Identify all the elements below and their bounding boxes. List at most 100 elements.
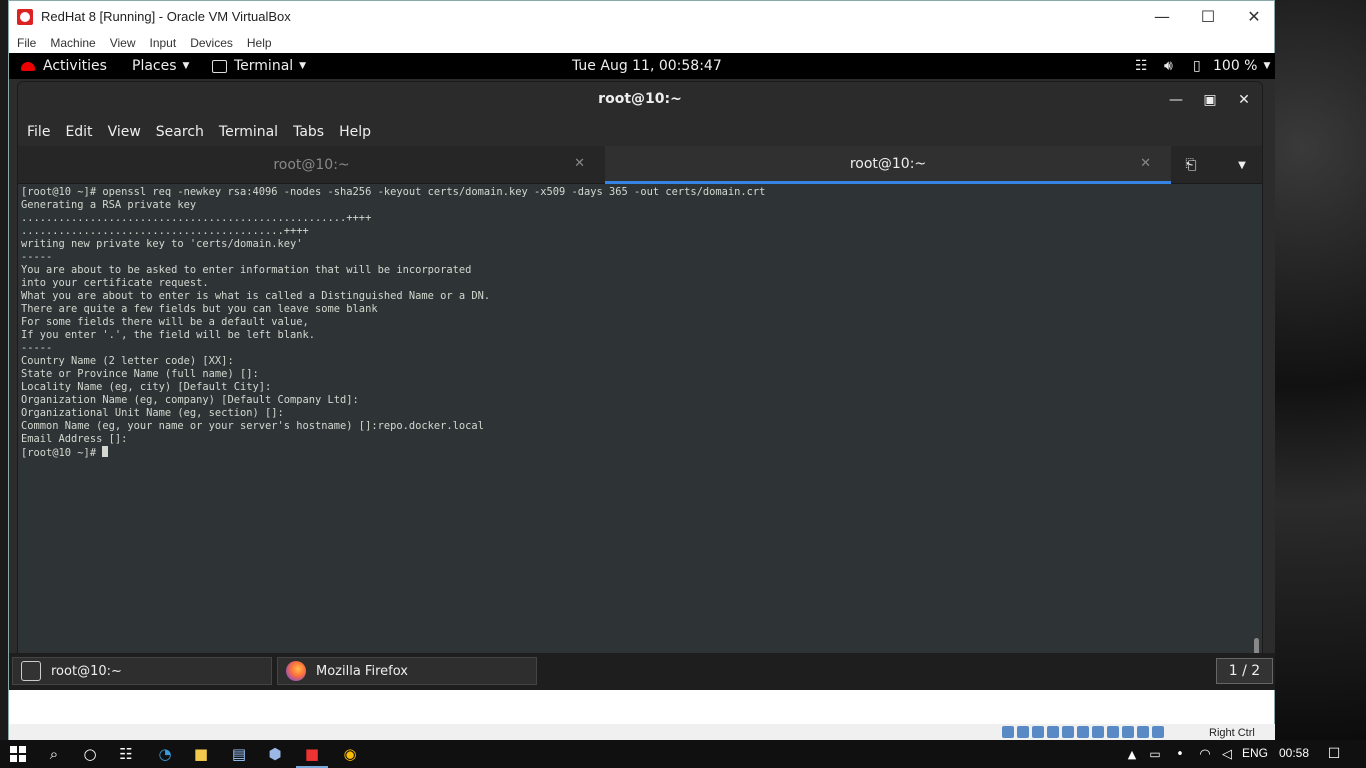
audio-icon[interactable] — [1032, 726, 1044, 738]
term-menu-edit[interactable]: Edit — [65, 124, 92, 140]
windows-start-icon[interactable] — [8, 744, 28, 764]
gnome-window-list: root@10:~ Mozilla Firefox 1 / 2 — [9, 653, 1275, 690]
terminal-line: ........................................… — [21, 212, 372, 224]
clock[interactable]: Tue Aug 11, 00:58:47 — [572, 53, 722, 79]
term-menu-view[interactable]: View — [108, 124, 141, 140]
microphone-icon[interactable]: • — [1170, 744, 1190, 764]
terminal-output[interactable]: [root@10 ~]# openssl req -newkey rsa:409… — [21, 186, 1246, 682]
optical-drive-icon[interactable] — [1017, 726, 1029, 738]
activities-button[interactable]: Activities — [21, 53, 107, 79]
edge-icon[interactable]: ◔ — [155, 744, 175, 764]
term-menu-terminal[interactable]: Terminal — [219, 124, 278, 140]
vm-screen[interactable]: Activities Places ▼ Terminal ▼ Tue Aug 1… — [9, 53, 1275, 690]
term-menu-help[interactable]: Help — [339, 124, 371, 140]
file-explorer-icon[interactable]: ■ — [191, 744, 211, 764]
search-icon[interactable]: ⌕ — [44, 744, 64, 764]
battery-icon[interactable]: ▯ — [1193, 53, 1201, 79]
terminal-line: Organizational Unit Name (eg, section) [… — [21, 407, 284, 419]
redhat-icon — [21, 61, 35, 71]
vbox-menu-machine[interactable]: Machine — [50, 36, 95, 50]
terminal-icon — [212, 59, 227, 73]
places-label: Places — [132, 58, 177, 74]
gnome-topbar: Activities Places ▼ Terminal ▼ Tue Aug 1… — [9, 53, 1275, 79]
maximize-icon[interactable]: ☐ — [1185, 1, 1231, 32]
wifi-icon[interactable]: ◠ — [1195, 744, 1215, 764]
vbox-statusbar: Right Ctrl — [9, 724, 1275, 740]
chevron-up-icon[interactable]: ▲ — [1122, 744, 1142, 764]
tab-terminal-2[interactable]: root@10:~ ✕ — [605, 146, 1171, 184]
terminal-line: ........................................… — [21, 225, 309, 237]
new-tab-icon[interactable]: ⎗ — [1180, 155, 1202, 175]
terminal-line: For some fields there will be a default … — [21, 316, 309, 328]
task-view-icon[interactable]: ☷ — [116, 744, 136, 764]
term-menu-tabs[interactable]: Tabs — [293, 124, 324, 140]
window-list-firefox[interactable]: Mozilla Firefox — [277, 657, 537, 685]
taskbar-clock[interactable]: 00:58 — [1279, 746, 1309, 760]
hdd-icon[interactable] — [1002, 726, 1014, 738]
tab-label: root@10:~ — [849, 155, 927, 172]
terminal-titlebar[interactable]: root@10:~ — ▣ ✕ — [18, 82, 1262, 118]
vbox-menu-input[interactable]: Input — [150, 36, 177, 50]
terminal-menubar: File Edit View Search Terminal Tabs Help — [18, 118, 1262, 146]
terminal-prompt-line[interactable]: [root@10 ~]# — [21, 446, 1246, 460]
volume-icon[interactable]: ◁ — [1217, 744, 1237, 764]
vbox-menu-view[interactable]: View — [110, 36, 136, 50]
term-menu-search[interactable]: Search — [156, 124, 204, 140]
vbox-status-icons — [1002, 726, 1164, 738]
terminal-prompt: [root@10 ~]# — [21, 447, 103, 459]
activities-label: Activities — [43, 58, 107, 74]
close-icon[interactable]: ✕ — [1232, 88, 1256, 112]
terminal-tabbar: root@10:~ ✕ root@10:~ ✕ ⎗ ▼ — [18, 146, 1262, 184]
terminal-line: You are about to be asked to enter infor… — [21, 264, 472, 276]
network-icon[interactable]: ☷ — [1135, 53, 1148, 79]
close-icon[interactable]: ✕ — [1140, 156, 1151, 171]
window-list-label: root@10:~ — [51, 663, 122, 679]
terminal-line: [root@10 ~]# openssl req -newkey rsa:409… — [21, 186, 766, 198]
mouse-integration-icon[interactable] — [1137, 726, 1149, 738]
usb-icon[interactable] — [1062, 726, 1074, 738]
shared-folders-icon[interactable] — [1077, 726, 1089, 738]
vbox-app-icon — [17, 8, 33, 25]
notepad-icon[interactable]: ▤ — [229, 744, 249, 764]
battery-percentage[interactable]: 100 % ▼ — [1213, 53, 1270, 79]
minimize-icon[interactable]: — — [1139, 1, 1185, 32]
volume-icon[interactable]: 🔊︎ — [1164, 53, 1173, 79]
notifications-icon[interactable]: ☐ — [1324, 744, 1344, 764]
recording-icon[interactable] — [1107, 726, 1119, 738]
chevron-down-icon: ▼ — [299, 61, 307, 71]
network-icon[interactable] — [1047, 726, 1059, 738]
vbox-menu-devices[interactable]: Devices — [190, 36, 233, 50]
vbox-titlebar[interactable]: RedHat 8 [Running] - Oracle VM VirtualBo… — [9, 1, 1274, 32]
keyboard-icon[interactable] — [1152, 726, 1164, 738]
close-icon[interactable]: ✕ — [574, 156, 585, 171]
battery-icon[interactable]: ▭ — [1145, 744, 1165, 764]
places-menu[interactable]: Places ▼ — [132, 53, 189, 79]
maximize-icon[interactable]: ▣ — [1198, 88, 1222, 112]
chevron-down-icon[interactable]: ▼ — [1232, 155, 1252, 175]
vbox-menu-help[interactable]: Help — [247, 36, 272, 50]
terminal-line: writing new private key to 'certs/domain… — [21, 238, 303, 250]
tab-terminal-1[interactable]: root@10:~ ✕ — [18, 146, 605, 184]
terminal-line: ----- — [21, 342, 53, 354]
display-icon[interactable] — [1092, 726, 1104, 738]
minimize-icon[interactable]: — — [1164, 88, 1188, 112]
input-language[interactable]: ENG — [1242, 746, 1268, 760]
terminal-line: State or Province Name (full name) []: — [21, 368, 259, 380]
virtualbox-icon[interactable]: ⬢ — [265, 744, 285, 764]
app-menu-terminal[interactable]: Terminal ▼ — [212, 53, 306, 79]
cpu-icon[interactable] — [1122, 726, 1134, 738]
close-icon[interactable]: ✕ — [1231, 1, 1277, 32]
redhat-vm-icon[interactable]: ■ — [302, 744, 322, 764]
windows-taskbar: ⌕ ○ ☷ ◔ ■ ▤ ⬢ ■ ◉ ▲ ▭ • ◠ ◁ ENG 00:58 ☐ — [0, 740, 1366, 768]
vbox-menu-file[interactable]: File — [17, 36, 36, 50]
window-list-terminal[interactable]: root@10:~ — [12, 657, 272, 685]
chevron-down-icon: ▼ — [182, 61, 190, 71]
chrome-icon[interactable]: ◉ — [340, 744, 360, 764]
workspace-indicator[interactable]: 1 / 2 — [1216, 658, 1273, 684]
virtualbox-window: RedHat 8 [Running] - Oracle VM VirtualBo… — [8, 0, 1275, 740]
term-menu-file[interactable]: File — [27, 124, 50, 140]
terminal-line: into your certificate request. — [21, 277, 209, 289]
cortana-icon[interactable]: ○ — [80, 744, 100, 764]
vbox-window-title: RedHat 8 [Running] - Oracle VM VirtualBo… — [41, 9, 291, 24]
desktop-background — [1275, 0, 1366, 740]
